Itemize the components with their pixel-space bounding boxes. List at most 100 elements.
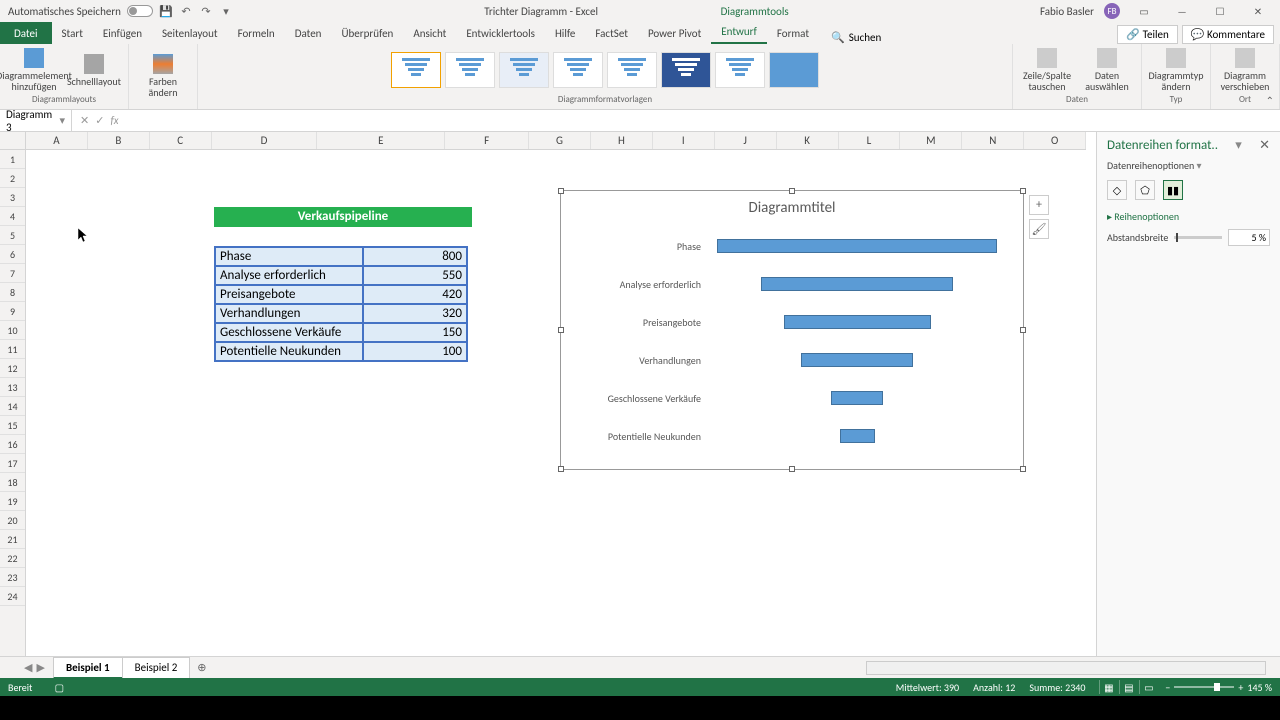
col-header-B[interactable]: B <box>88 132 150 149</box>
qat-dropdown-icon[interactable]: ▾ <box>219 4 233 18</box>
row-header-11[interactable]: 11 <box>0 340 25 359</box>
chart-style-2[interactable] <box>445 52 495 88</box>
table-value-cell[interactable]: 150 <box>363 323 467 342</box>
funnel-bar[interactable] <box>717 239 997 253</box>
row-header-24[interactable]: 24 <box>0 587 25 606</box>
zoom-in-button[interactable]: + <box>1238 681 1243 694</box>
chart-plot-area[interactable]: PhaseAnalyse erforderlichPreisangeboteVe… <box>561 217 1023 465</box>
funnel-bar[interactable] <box>801 353 913 367</box>
effects-icon[interactable]: ⬠ <box>1135 180 1155 200</box>
close-button[interactable]: ✕ <box>1244 1 1272 21</box>
autosave-toggle[interactable] <box>127 5 153 17</box>
row-header-20[interactable]: 20 <box>0 511 25 530</box>
chart-object[interactable]: Diagrammtitel PhaseAnalyse erforderlichP… <box>560 190 1024 470</box>
user-avatar[interactable]: FB <box>1104 3 1120 19</box>
ribbon-tab-factset[interactable]: FactSet <box>585 23 638 44</box>
sheet-tab[interactable]: Beispiel 2 <box>122 657 191 679</box>
fx-icon[interactable]: fx <box>110 114 118 127</box>
col-header-C[interactable]: C <box>150 132 212 149</box>
chart-styles-button[interactable]: 🖌 <box>1029 219 1049 239</box>
comments-button[interactable]: 💬 Kommentare <box>1182 25 1274 44</box>
table-label-cell[interactable]: Geschlossene Verkäufe <box>215 323 363 342</box>
row-header-4[interactable]: 4 <box>0 207 25 226</box>
move-chart-button[interactable]: Diagramm verschieben <box>1217 48 1273 92</box>
row-header-9[interactable]: 9 <box>0 302 25 321</box>
funnel-bar[interactable] <box>784 315 931 329</box>
col-header-D[interactable]: D <box>212 132 318 149</box>
table-label-cell[interactable]: Preisangebote <box>215 285 363 304</box>
search-icon[interactable]: 🔍 <box>831 31 845 44</box>
switch-row-col-button[interactable]: Zeile/Spalte tauschen <box>1019 48 1075 92</box>
row-header-1[interactable]: 1 <box>0 150 25 169</box>
change-colors-button[interactable]: Farben ändern <box>135 54 191 98</box>
add-sheet-button[interactable]: ⊕ <box>189 661 214 674</box>
row-header-21[interactable]: 21 <box>0 530 25 549</box>
table-label-cell[interactable]: Potentielle Neukunden <box>215 342 363 361</box>
fill-line-icon[interactable]: ◇ <box>1107 180 1127 200</box>
table-value-cell[interactable]: 320 <box>363 304 467 323</box>
series-options-section[interactable]: Reihenoptionen <box>1114 210 1179 223</box>
chart-title[interactable]: Diagrammtitel <box>561 191 1023 217</box>
accept-formula-icon[interactable]: ✓ <box>95 114 104 127</box>
pane-close-button[interactable]: ✕ <box>1259 138 1270 153</box>
maximize-button[interactable]: ☐ <box>1206 1 1234 21</box>
ribbon-tab-formeln[interactable]: Formeln <box>228 23 285 44</box>
macro-record-icon[interactable]: ▢ <box>55 681 64 694</box>
row-header-15[interactable]: 15 <box>0 416 25 435</box>
ribbon-tab-start[interactable]: Start <box>52 23 93 44</box>
zoom-slider[interactable] <box>1174 686 1234 688</box>
select-all-corner[interactable] <box>0 132 26 150</box>
chart-style-8[interactable] <box>769 52 819 88</box>
table-label-cell[interactable]: Analyse erforderlich <box>215 266 363 285</box>
save-icon[interactable]: 💾 <box>159 4 173 18</box>
col-header-N[interactable]: N <box>962 132 1024 149</box>
chart-style-5[interactable] <box>607 52 657 88</box>
col-header-O[interactable]: O <box>1024 132 1086 149</box>
col-header-G[interactable]: G <box>529 132 591 149</box>
row-header-8[interactable]: 8 <box>0 283 25 302</box>
row-header-6[interactable]: 6 <box>0 245 25 264</box>
gap-width-input[interactable] <box>1228 229 1270 246</box>
row-header-17[interactable]: 17 <box>0 454 25 473</box>
ribbon-tab-power pivot[interactable]: Power Pivot <box>638 23 711 44</box>
chart-style-4[interactable] <box>553 52 603 88</box>
col-header-H[interactable]: H <box>591 132 653 149</box>
table-label-cell[interactable]: Verhandlungen <box>215 304 363 323</box>
ribbon-tab-entwicklertools[interactable]: Entwicklertools <box>456 23 545 44</box>
col-header-E[interactable]: E <box>317 132 445 149</box>
row-header-14[interactable]: 14 <box>0 397 25 416</box>
page-layout-view-button[interactable]: ▤ <box>1119 680 1137 694</box>
file-tab[interactable]: Datei <box>0 22 52 44</box>
row-header-12[interactable]: 12 <box>0 359 25 378</box>
chart-style-3[interactable] <box>499 52 549 88</box>
row-header-3[interactable]: 3 <box>0 188 25 207</box>
sheet-next-icon[interactable]: ▶ <box>36 661 44 674</box>
pane-subtitle[interactable]: Datenreihenoptionen <box>1107 159 1194 172</box>
change-chart-type-button[interactable]: Diagrammtyp ändern <box>1148 48 1204 92</box>
ribbon-tab-hilfe[interactable]: Hilfe <box>545 23 585 44</box>
row-header-18[interactable]: 18 <box>0 473 25 492</box>
select-data-button[interactable]: Daten auswählen <box>1079 48 1135 92</box>
sheet-prev-icon[interactable]: ◀ <box>24 661 32 674</box>
row-header-7[interactable]: 7 <box>0 264 25 283</box>
row-header-13[interactable]: 13 <box>0 378 25 397</box>
zoom-out-button[interactable]: − <box>1165 681 1170 694</box>
ribbon-tab-format[interactable]: Format <box>767 23 819 44</box>
add-chart-element-button[interactable]: Diagrammelement hinzufügen <box>6 48 62 92</box>
cancel-formula-icon[interactable]: ✕ <box>80 114 89 127</box>
chart-style-7[interactable] <box>715 52 765 88</box>
worksheet-area[interactable]: Verkaufspipeline Phase800Analyse erforde… <box>26 150 1086 656</box>
ribbon-tab-einfügen[interactable]: Einfügen <box>93 23 152 44</box>
series-options-icon[interactable]: ▮▮ <box>1163 180 1183 200</box>
row-header-23[interactable]: 23 <box>0 568 25 587</box>
redo-icon[interactable]: ↷ <box>199 4 213 18</box>
col-header-K[interactable]: K <box>777 132 839 149</box>
funnel-bar[interactable] <box>831 391 884 405</box>
table-value-cell[interactable]: 420 <box>363 285 467 304</box>
col-header-F[interactable]: F <box>445 132 529 149</box>
table-label-cell[interactable]: Phase <box>215 247 363 266</box>
chart-elements-button[interactable]: + <box>1029 195 1049 215</box>
user-name[interactable]: Fabio Basler <box>1040 5 1094 18</box>
ribbon-tab-ansicht[interactable]: Ansicht <box>403 23 456 44</box>
chart-style-6[interactable] <box>661 52 711 88</box>
